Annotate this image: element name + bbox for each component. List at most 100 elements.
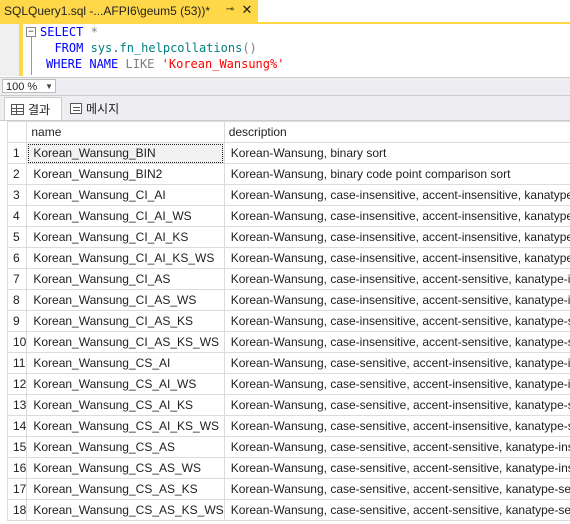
- table-row[interactable]: 3 Korean_Wansung_CI_AI Korean-Wansung, cas…: [7, 184, 570, 206]
- name-cell[interactable]: Korean_Wansung_BIN2: [26, 163, 225, 185]
- description-cell[interactable]: Korean-Wansung, case-insensitive, accent…: [223, 226, 570, 248]
- description-cell[interactable]: Korean-Wansung, case-sensitive, accent-s…: [223, 457, 570, 479]
- table-row[interactable]: 13 Korean_Wansung_CS_AI_KS Korean-Wansung,…: [7, 394, 570, 416]
- table-row[interactable]: 6 Korean_Wansung_CI_AI_KS_WS Korean-Wansun…: [7, 247, 570, 269]
- row-number[interactable]: 16: [7, 457, 28, 479]
- row-number[interactable]: 5: [7, 226, 28, 248]
- row-number[interactable]: 15: [7, 436, 28, 458]
- table-row[interactable]: 14 Korean_Wansung_CS_AI_KS_WS Korean-Wansu…: [7, 415, 570, 437]
- description-cell[interactable]: Korean-Wansung, case-sensitive, accent-s…: [223, 436, 570, 458]
- description-cell[interactable]: Korean-Wansung, case-insensitive, accent…: [223, 331, 570, 353]
- document-tab-bar: SQLQuery1.sql -...AFPI6\geum5 (53))* ⊸ ✕: [0, 0, 570, 24]
- table-row[interactable]: 7 Korean_Wansung_CI_AS Korean-Wansung, cas…: [7, 268, 570, 290]
- change-tracking-bar: [19, 24, 23, 76]
- name-cell[interactable]: Korean_Wansung_CS_AI_WS: [26, 373, 225, 395]
- chevron-down-icon[interactable]: ▼: [45, 80, 53, 94]
- table-row[interactable]: 16 Korean_Wansung_CS_AS_WS Korean-Wansung,…: [7, 457, 570, 479]
- name-cell[interactable]: Korean_Wansung_CI_AS_KS: [26, 310, 225, 332]
- row-number[interactable]: 11: [7, 352, 28, 374]
- outline-line: [31, 37, 32, 75]
- table-row[interactable]: 17 Korean_Wansung_CS_AS_KS Korean-Wansung,…: [7, 478, 570, 500]
- table-row[interactable]: 8 Korean_Wansung_CI_AS_WS Korean-Wansung, …: [7, 289, 570, 311]
- description-cell[interactable]: Korean-Wansung, case-sensitive, accent-s…: [223, 478, 570, 500]
- name-cell[interactable]: Korean_Wansung_CI_AS_WS: [26, 289, 225, 311]
- name-cell[interactable]: Korean_Wansung_CS_AS_WS: [26, 457, 225, 479]
- table-row[interactable]: 9 Korean_Wansung_CI_AS_KS Korean-Wansung, …: [7, 310, 570, 332]
- description-cell[interactable]: Korean-Wansung, case-insensitive, accent…: [223, 184, 570, 206]
- row-number[interactable]: 2: [7, 163, 28, 185]
- name-cell[interactable]: Korean_Wansung_CS_AS_KS: [26, 478, 225, 500]
- table-row[interactable]: 11 Korean_Wansung_CS_AI Korean-Wansung, ca…: [7, 352, 570, 374]
- row-number[interactable]: 8: [7, 289, 28, 311]
- tab-messages[interactable]: 메시지: [64, 97, 136, 119]
- row-number[interactable]: 3: [7, 184, 28, 206]
- table-row[interactable]: 12 Korean_Wansung_CS_AI_WS Korean-Wansung,…: [7, 373, 570, 395]
- tab-results[interactable]: 결과: [4, 97, 62, 120]
- row-number[interactable]: 6: [7, 247, 28, 269]
- name-cell[interactable]: Korean_Wansung_CI_AS: [26, 268, 225, 290]
- function-name: sys.fn_helpcollations: [90, 41, 243, 55]
- row-number[interactable]: 7: [7, 268, 28, 290]
- column-header-name[interactable]: name: [26, 121, 225, 143]
- table-row[interactable]: 15 Korean_Wansung_CS_AS Korean-Wansung, ca…: [7, 436, 570, 458]
- zoom-strip: 100 % ▼: [0, 77, 570, 96]
- grid-icon: [11, 103, 24, 115]
- name-cell[interactable]: Korean_Wansung_CI_AI_WS: [26, 205, 225, 227]
- query-editor[interactable]: − SELECT * FROM sys.fn_helpcollations() …: [0, 24, 570, 76]
- row-number[interactable]: 14: [7, 415, 28, 437]
- name-cell[interactable]: Korean_Wansung_CS_AS_KS_WS: [26, 499, 225, 521]
- pin-icon[interactable]: ⊸: [224, 4, 236, 16]
- column-header-description[interactable]: description: [223, 121, 570, 143]
- row-number[interactable]: 17: [7, 478, 28, 500]
- row-number[interactable]: 9: [7, 310, 28, 332]
- document-tab-title: SQLQuery1.sql -...AFPI6\geum5 (53))*: [4, 4, 211, 18]
- name-cell[interactable]: Korean_Wansung_CI_AI: [26, 184, 225, 206]
- description-cell[interactable]: Korean-Wansung, case-insensitive, accent…: [223, 247, 570, 269]
- description-cell[interactable]: Korean-Wansung, case-insensitive, accent…: [223, 205, 570, 227]
- description-cell[interactable]: Korean-Wansung, case-insensitive, accent…: [223, 289, 570, 311]
- row-number[interactable]: 10: [7, 331, 28, 353]
- tab-results-label: 결과: [28, 102, 51, 117]
- string-literal: 'Korean_Wansung%': [161, 57, 285, 71]
- results-grid[interactable]: name description 1 Korean_Wansung_BIN Kore…: [7, 121, 570, 524]
- name-cell[interactable]: Korean_Wansung_CS_AS: [26, 436, 225, 458]
- description-cell[interactable]: Korean-Wansung, case-sensitive, accent-i…: [223, 352, 570, 374]
- zoom-value: 100 %: [6, 81, 38, 93]
- table-row[interactable]: 2 Korean_Wansung_BIN2 Korean-Wansung, bina…: [7, 163, 570, 185]
- function-parens: (): [242, 41, 257, 55]
- row-number-header[interactable]: [7, 121, 28, 143]
- name-cell[interactable]: Korean_Wansung_CS_AI_KS: [26, 394, 225, 416]
- description-cell[interactable]: Korean-Wansung, case-sensitive, accent-s…: [223, 499, 570, 521]
- description-cell[interactable]: Korean-Wansung, case-sensitive, accent-i…: [223, 373, 570, 395]
- name-cell[interactable]: Korean_Wansung_CS_AI_KS_WS: [26, 415, 225, 437]
- code-line-2: FROM sys.fn_helpcollations(): [40, 40, 257, 56]
- zoom-select[interactable]: 100 % ▼: [2, 79, 56, 93]
- description-cell[interactable]: Korean-Wansung, case-sensitive, accent-i…: [223, 394, 570, 416]
- document-tab[interactable]: SQLQuery1.sql -...AFPI6\geum5 (53))* ⊸ ✕: [0, 0, 258, 22]
- table-row[interactable]: 4 Korean_Wansung_CI_AI_WS Korean-Wansung, …: [7, 205, 570, 227]
- name-cell[interactable]: Korean_Wansung_CI_AI_KS_WS: [26, 247, 225, 269]
- table-row[interactable]: 18 Korean_Wansung_CS_AS_KS_WS Korean-Wansu…: [7, 499, 570, 521]
- collapse-icon[interactable]: −: [26, 27, 36, 37]
- table-row[interactable]: 10 Korean_Wansung_CI_AS_KS_WS Korean-Wansu…: [7, 331, 570, 353]
- table-row[interactable]: 5 Korean_Wansung_CI_AI_KS Korean-Wansung, …: [7, 226, 570, 248]
- description-cell[interactable]: Korean-Wansung, case-insensitive, accent…: [223, 310, 570, 332]
- name-cell[interactable]: Korean_Wansung_CS_AI: [26, 352, 225, 374]
- name-cell[interactable]: Korean_Wansung_CI_AI_KS: [26, 226, 225, 248]
- description-cell[interactable]: Korean-Wansung, binary sort: [223, 142, 570, 164]
- table-row[interactable]: 1 Korean_Wansung_BIN Korean-Wansung, binar…: [7, 142, 570, 164]
- name-cell[interactable]: Korean_Wansung_CI_AS_KS_WS: [26, 331, 225, 353]
- tab-messages-label: 메시지: [86, 101, 120, 116]
- row-number[interactable]: 1: [7, 142, 28, 164]
- row-number[interactable]: 13: [7, 394, 28, 416]
- keyword-name: NAME: [89, 57, 119, 71]
- description-cell[interactable]: Korean-Wansung, case-insensitive, accent…: [223, 268, 570, 290]
- description-cell[interactable]: Korean-Wansung, binary code point compar…: [223, 163, 570, 185]
- select-star: *: [83, 25, 98, 39]
- name-cell[interactable]: Korean_Wansung_BIN: [26, 142, 225, 164]
- close-icon[interactable]: ✕: [240, 3, 254, 17]
- row-number[interactable]: 12: [7, 373, 28, 395]
- description-cell[interactable]: Korean-Wansung, case-sensitive, accent-i…: [223, 415, 570, 437]
- row-number[interactable]: 4: [7, 205, 28, 227]
- row-number[interactable]: 18: [7, 499, 28, 521]
